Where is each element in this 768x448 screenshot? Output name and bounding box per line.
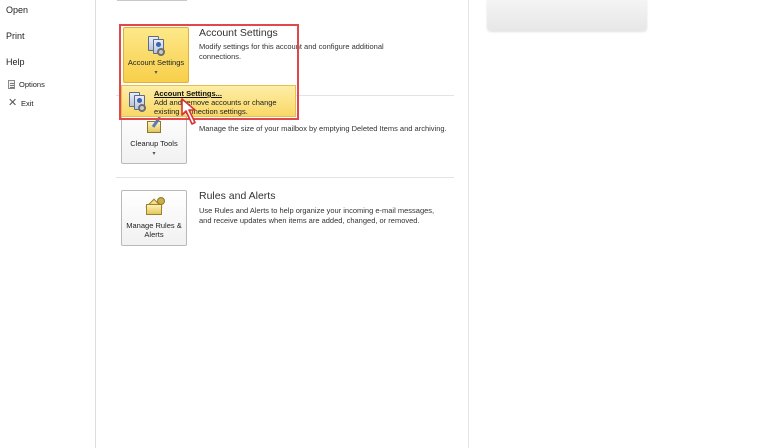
section-divider [116, 177, 454, 178]
account-settings-icon [126, 90, 148, 112]
options-icon [8, 80, 15, 89]
manage-rules-button[interactable]: Manage Rules & Alerts [121, 190, 187, 246]
nav-print[interactable]: Print [6, 31, 25, 41]
account-settings-icon [145, 34, 167, 56]
menu-item-title: Account Settings... [154, 89, 222, 98]
chevron-down-icon: ▾ [152, 151, 156, 157]
chevron-down-icon: ▾ [154, 70, 158, 76]
nav-exit[interactable]: ✕ Exit [8, 96, 34, 109]
account-settings-button[interactable]: Account Settings ▾ [123, 27, 189, 83]
account-preview-card [487, 0, 647, 31]
account-settings-title: Account Settings [199, 27, 278, 39]
exit-icon: ✕ [8, 96, 18, 109]
cleanup-tools-icon [143, 115, 165, 137]
menu-item-description: Add and remove accounts or change existi… [154, 98, 277, 116]
rules-description: Use Rules and Alerts to help organize yo… [199, 206, 435, 225]
nav-exit-label: Exit [21, 98, 34, 108]
manage-rules-button-label: Manage Rules & Alerts [126, 221, 182, 239]
backstage-nav: Open Print Help Options ✕ Exit [0, 0, 96, 448]
backstage-view: Open Print Help Options ✕ Exit Account S… [0, 0, 768, 448]
nav-help[interactable]: Help [6, 57, 25, 67]
account-settings-menu-item[interactable]: Account Settings... Add and remove accou… [121, 85, 296, 117]
nav-options[interactable]: Options [8, 80, 45, 89]
top-divider [117, 0, 187, 1]
account-settings-description: Modify settings for this account and con… [199, 42, 384, 61]
cleanup-description: Manage the size of your mailbox by empty… [199, 124, 447, 133]
nav-options-label: Options [19, 80, 45, 89]
account-settings-button-label: Account Settings [127, 58, 185, 67]
cleanup-tools-button-label: Cleanup Tools [130, 139, 178, 148]
rules-alerts-icon [143, 197, 165, 219]
rules-title: Rules and Alerts [199, 190, 276, 202]
nav-open[interactable]: Open [6, 5, 28, 15]
